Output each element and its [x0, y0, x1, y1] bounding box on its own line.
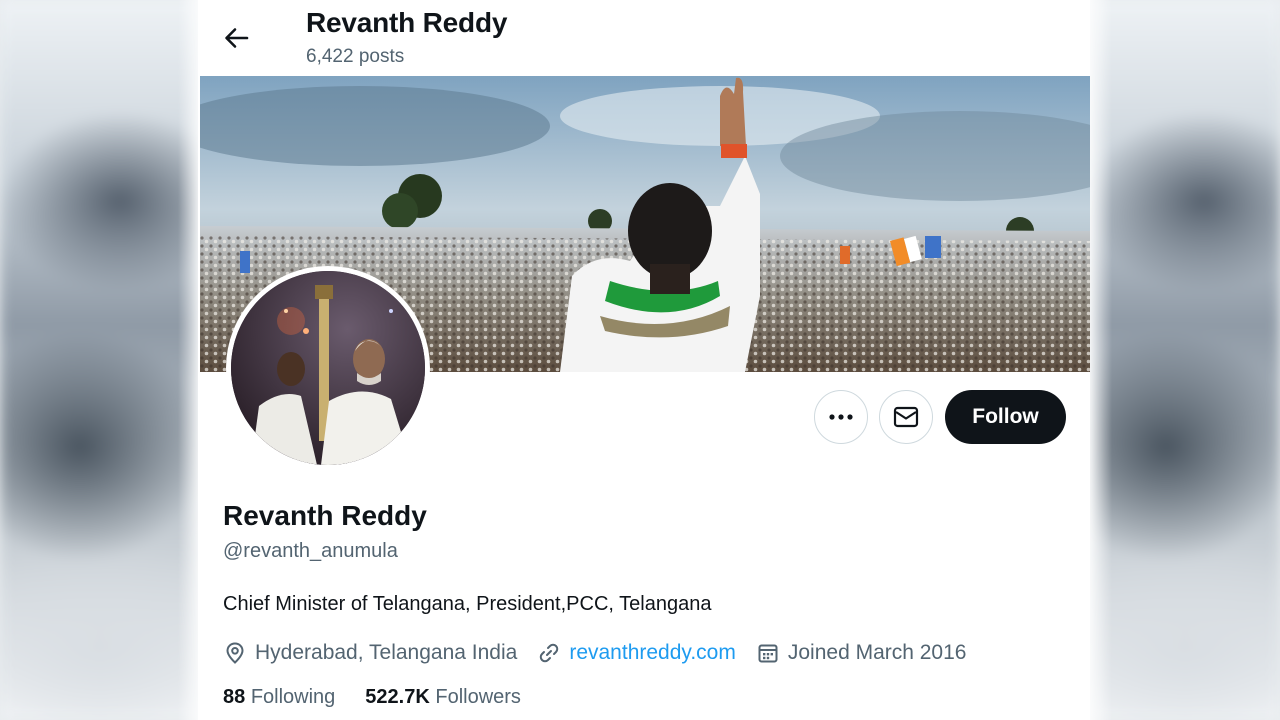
card-edge-shade: [178, 0, 200, 720]
following-label: Following: [250, 686, 336, 708]
joined-text: Joined March 2016: [787, 641, 967, 664]
follow-button[interactable]: Follow: [945, 390, 1066, 444]
arrow-left-icon: [225, 28, 249, 48]
calendar-icon: [758, 644, 778, 663]
website-link[interactable]: revanthreddy.com: [569, 641, 736, 665]
avatar-photo: [231, 271, 425, 465]
mail-icon: [893, 406, 919, 428]
following-count: 88: [223, 686, 246, 708]
post-count: 6,422 posts: [306, 46, 405, 67]
more-button[interactable]: [814, 390, 868, 444]
profile-card: Revanth Reddy 6,422 posts Follow Revanth…: [198, 0, 1090, 720]
profile-bio: Chief Minister of Telangana, President,P…: [223, 593, 712, 615]
followers-count: 522.7K: [365, 686, 430, 708]
followers-link[interactable]: 522.7K Followers: [365, 686, 521, 709]
location-pin-icon: [226, 642, 244, 664]
following-link[interactable]: 88 Following: [223, 686, 335, 709]
header-title: Revanth Reddy: [306, 7, 508, 38]
website-item[interactable]: revanthreddy.com: [537, 641, 736, 665]
profile-handle: @revanth_anumula: [223, 540, 398, 562]
profile-meta: Hyderabad, Telangana India revanthreddy.…: [223, 638, 986, 668]
back-button[interactable]: [216, 20, 256, 56]
link-icon: [540, 643, 559, 663]
message-button[interactable]: [879, 390, 933, 444]
location-text: Hyderabad, Telangana India: [255, 641, 518, 664]
background-blur-left: [0, 0, 200, 720]
profile-avatar[interactable]: [226, 266, 430, 470]
background-blur-right: [1090, 0, 1280, 720]
joined-item: Joined March 2016: [756, 641, 967, 665]
profile-name: Revanth Reddy: [223, 500, 427, 531]
location-item: Hyderabad, Telangana India: [223, 641, 517, 665]
card-edge-shade: [1090, 0, 1112, 720]
more-icon: [829, 414, 853, 420]
followers-label: Followers: [435, 686, 521, 708]
follow-stats: 88 Following 522.7K Followers: [223, 686, 551, 709]
